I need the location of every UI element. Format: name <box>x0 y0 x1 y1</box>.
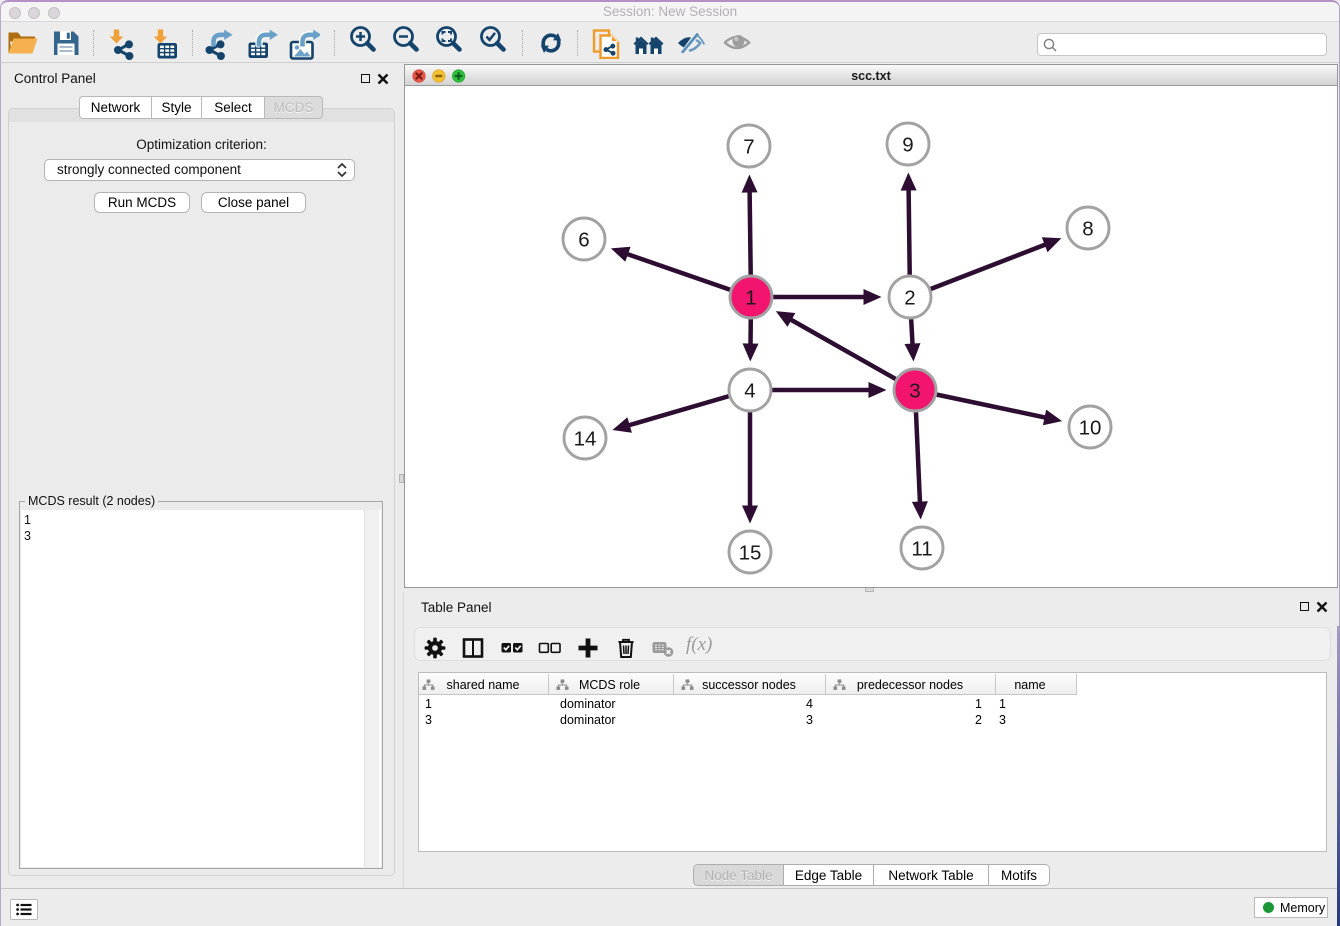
svg-text:6: 6 <box>578 228 589 251</box>
svg-text:15: 15 <box>739 541 762 564</box>
svg-text:10: 10 <box>1079 416 1102 439</box>
svg-text:2: 2 <box>904 286 915 309</box>
svg-text:8: 8 <box>1082 217 1093 240</box>
svg-text:1: 1 <box>745 286 756 309</box>
svg-text:3: 3 <box>909 379 920 402</box>
svg-text:4: 4 <box>744 379 755 402</box>
svg-text:7: 7 <box>743 135 754 158</box>
svg-text:14: 14 <box>574 427 597 450</box>
svg-text:9: 9 <box>902 133 913 156</box>
svg-text:11: 11 <box>911 537 932 560</box>
